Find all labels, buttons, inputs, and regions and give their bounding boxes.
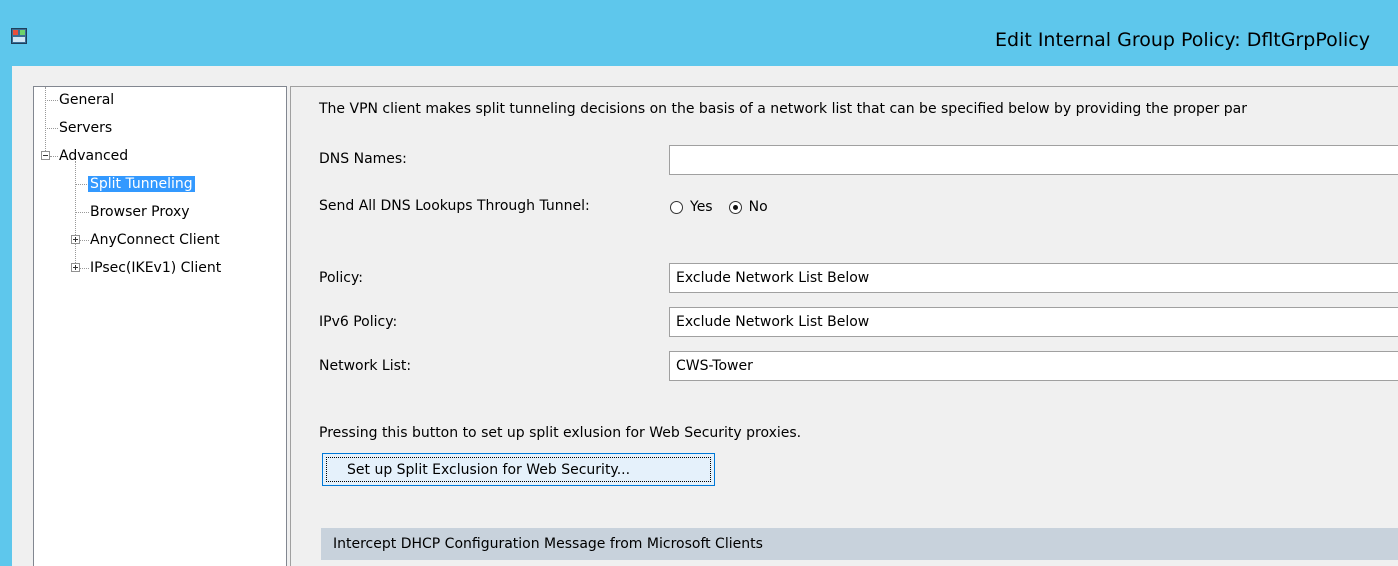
setup-split-exclusion-label: Set up Split Exclusion for Web Security.… [326, 457, 711, 482]
dialog-client-area: General Servers Advanced Split Tunneling… [12, 66, 1398, 566]
policy-label: Policy: [319, 270, 363, 286]
tree-connector [45, 128, 58, 129]
expand-icon[interactable] [71, 263, 80, 272]
app-icon[interactable] [11, 28, 27, 44]
tree-item-browser-proxy[interactable]: Browser Proxy [90, 201, 190, 223]
network-list-label: Network List: [319, 358, 412, 374]
tree-connector [45, 100, 58, 101]
tree-item-anyconnect-client[interactable]: AnyConnect Client [90, 229, 220, 251]
window-title: Edit Internal Group Policy: DfltGrpPolic… [995, 29, 1370, 51]
send-all-dns-no-label[interactable]: No [749, 199, 768, 215]
tree-connector [45, 87, 46, 155]
ipv6-policy-label: IPv6 Policy: [319, 314, 398, 330]
tree-item-split-tunneling[interactable]: Split Tunneling [88, 173, 195, 195]
tree-item-advanced[interactable]: Advanced [59, 145, 128, 167]
tree-connector [80, 240, 89, 241]
expand-icon[interactable] [71, 235, 80, 244]
tree-item-general[interactable]: General [59, 89, 114, 111]
panel-description: The VPN client makes split tunneling dec… [319, 101, 1247, 117]
dns-names-input[interactable] [669, 145, 1398, 175]
setup-split-exclusion-button[interactable]: Set up Split Exclusion for Web Security.… [322, 453, 715, 486]
tree-connector [75, 184, 89, 185]
tree-connector [50, 156, 58, 157]
dhcp-intercept-section-header[interactable]: Intercept DHCP Configuration Message fro… [321, 528, 1398, 560]
send-all-dns-radio-group: Yes No [670, 196, 784, 218]
tree-item-servers[interactable]: Servers [59, 117, 112, 139]
policy-select[interactable]: Exclude Network List Below [669, 263, 1398, 293]
tree-connector [75, 212, 89, 213]
navigation-tree[interactable]: General Servers Advanced Split Tunneling… [33, 86, 287, 566]
dns-names-label: DNS Names: [319, 151, 407, 167]
send-all-dns-no-radio[interactable] [728, 200, 742, 214]
tree-item-ipsec-client[interactable]: IPsec(IKEv1) Client [90, 257, 221, 279]
tree-connector [80, 268, 89, 269]
collapse-icon[interactable] [41, 151, 50, 160]
send-all-dns-label: Send All DNS Lookups Through Tunnel: [319, 198, 590, 214]
send-all-dns-yes-label[interactable]: Yes [690, 199, 713, 215]
window-titlebar: Edit Internal Group Policy: DfltGrpPolic… [0, 0, 1398, 66]
tree-connector [75, 161, 76, 269]
network-list-select[interactable]: CWS-Tower [669, 351, 1398, 381]
split-tunneling-panel: The VPN client makes split tunneling dec… [290, 86, 1398, 566]
web-security-note: Pressing this button to set up split exl… [319, 425, 802, 441]
ipv6-policy-select[interactable]: Exclude Network List Below [669, 307, 1398, 337]
send-all-dns-yes-radio[interactable] [670, 200, 683, 214]
